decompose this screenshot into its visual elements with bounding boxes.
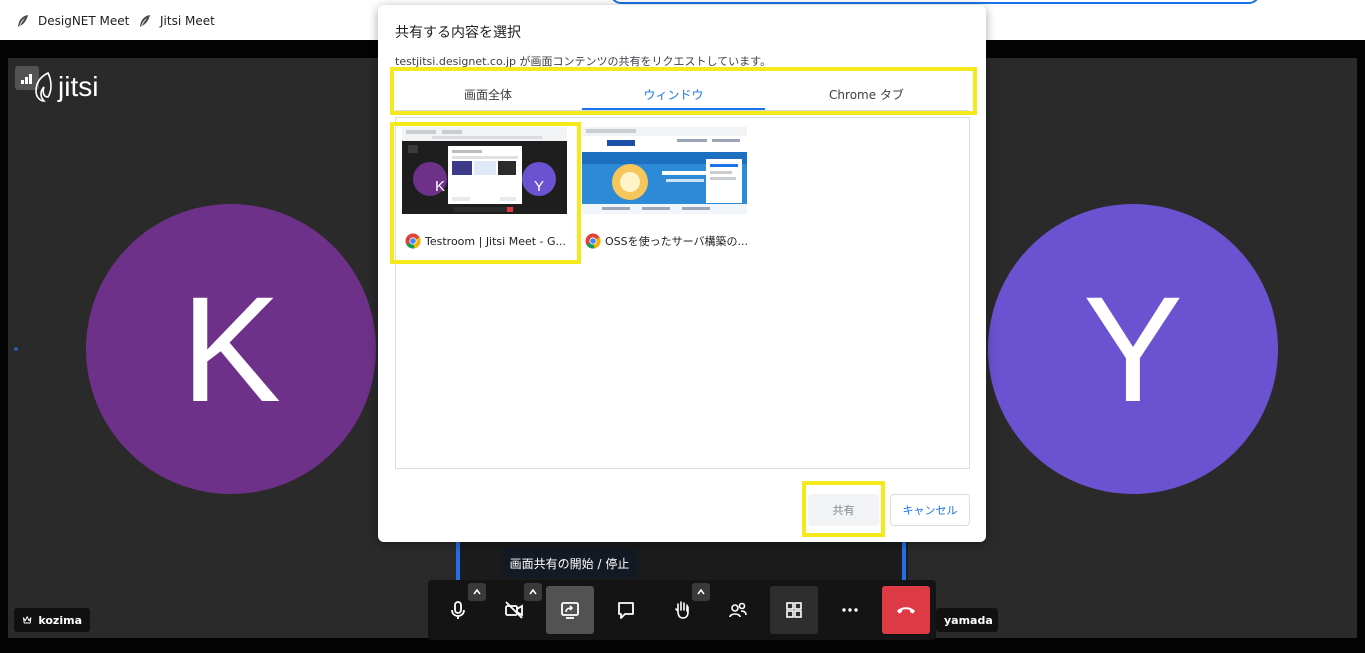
screen-share-tooltip: 画面共有の開始 / 停止 — [502, 548, 637, 578]
jitsi-logo-text: jitsi — [58, 71, 99, 102]
jitsi-logo-icon — [35, 71, 52, 102]
microphone-icon — [451, 601, 465, 619]
feather-icon — [18, 15, 28, 27]
camera-off-icon — [505, 601, 523, 619]
thumb-initial-k: K — [434, 177, 445, 195]
jitsi-window-preview — [402, 127, 567, 214]
bookmark-designet-meet[interactable]: DesigNET Meet — [16, 12, 129, 30]
thumb-initial-y: Y — [533, 177, 544, 195]
address-bar-edge[interactable] — [610, 0, 1260, 4]
bookmark-label: DesigNET Meet — [38, 14, 130, 28]
oss-window-preview — [582, 127, 747, 214]
window-thumbnail-jitsi[interactable] — [402, 127, 567, 214]
avatar-initial: Y — [1082, 264, 1184, 433]
tab-selected-indicator — [582, 108, 765, 110]
chevron-up-icon — [529, 588, 537, 595]
participants-icon — [729, 602, 747, 618]
window-thumbnail-oss[interactable] — [582, 127, 747, 214]
camera-options-button[interactable] — [524, 583, 542, 601]
participant-name: yamada — [944, 613, 993, 627]
hangup-icon — [897, 607, 915, 614]
avatar-initial: K — [180, 264, 282, 433]
window-item-jitsi[interactable]: Testroom | Jitsi Meet - G... — [405, 232, 575, 250]
indicator-dot — [14, 347, 18, 351]
active-speaker-border — [902, 540, 906, 580]
participants-button[interactable] — [714, 586, 762, 634]
more-icon — [842, 608, 858, 612]
participant-name: kozima — [38, 613, 82, 627]
chevron-up-icon — [697, 588, 705, 595]
name-tag-kozima: kozima — [14, 608, 90, 632]
tab-entire-screen[interactable]: 画面全体 — [395, 79, 581, 109]
share-button[interactable]: 共有 — [808, 494, 879, 526]
reactions-options-button[interactable] — [692, 583, 710, 601]
crown-icon — [22, 616, 32, 624]
window-item-oss[interactable]: OSSを使ったサーバ構築の... — [585, 232, 755, 250]
dialog-title: 共有する内容を選択 — [395, 25, 521, 41]
meeting-toolbar — [428, 580, 936, 640]
chat-button[interactable] — [602, 586, 650, 634]
screen-share-button[interactable] — [546, 586, 594, 634]
jitsi-logo: jitsi — [30, 70, 98, 104]
avatar-kozima: K — [86, 204, 376, 494]
chrome-icon — [405, 233, 421, 249]
tab-window[interactable]: ウィンドウ — [582, 79, 765, 109]
name-tag-yamada: yamada — [936, 608, 998, 632]
tooltip-text: 画面共有の開始 / 停止 — [509, 556, 630, 571]
bookmark-label: Jitsi Meet — [160, 14, 215, 28]
tab-chrome-tab[interactable]: Chrome タブ — [765, 79, 968, 109]
tile-view-icon — [786, 602, 802, 618]
chrome-icon — [585, 233, 601, 249]
avatar-yamada: Y — [988, 204, 1278, 494]
bookmark-jitsi-meet[interactable]: Jitsi Meet — [138, 12, 215, 30]
share-picker-dialog: 共有する内容を選択 testjitsi.designet.co.jp が画面コン… — [378, 5, 986, 542]
cancel-button[interactable]: キャンセル — [890, 494, 970, 526]
feather-icon — [140, 15, 150, 27]
hangup-button[interactable] — [882, 586, 930, 634]
tab-divider — [395, 110, 969, 111]
window-title: OSSを使ったサーバ構築の... — [605, 235, 749, 248]
chevron-up-icon — [473, 588, 481, 595]
raise-hand-icon — [675, 601, 689, 619]
more-button[interactable] — [826, 586, 874, 634]
screen-share-icon — [561, 602, 579, 619]
window-title: Testroom | Jitsi Meet - G... — [425, 234, 567, 248]
tile-view-button[interactable] — [770, 586, 818, 634]
microphone-options-button[interactable] — [468, 583, 486, 601]
chat-icon — [618, 602, 634, 619]
active-speaker-border — [456, 540, 460, 580]
